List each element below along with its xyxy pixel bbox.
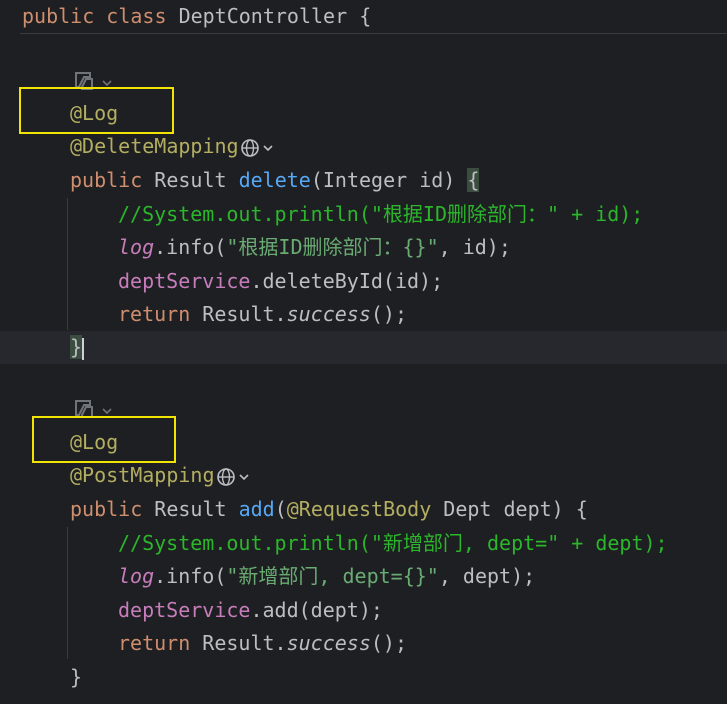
annotation-request-body: @RequestBody [286,497,432,521]
code-text: .info( [154,564,227,588]
code-line-annotation-log[interactable]: @Log [70,97,118,130]
chevron-down-icon[interactable] [261,134,275,158]
chevron-down-icon[interactable] [237,463,251,487]
code-line-annotation-log[interactable]: @Log [70,426,118,459]
comment: //System.out.println("根据ID删除部门：" + id); [118,202,644,226]
code-line-annotation-mapping[interactable]: @PostMapping [70,459,251,492]
keyword: public [70,168,143,192]
code-line-return[interactable]: return Result.success(); [118,298,407,331]
code-line-method-signature[interactable]: public Result add(@RequestBody Dept dept… [70,493,588,526]
text-caret [82,337,85,360]
code-line-annotation-mapping[interactable]: @DeleteMapping [70,130,275,163]
annotation-delete-mapping: @DeleteMapping [70,134,239,158]
keyword: public [70,497,143,521]
string-literal: "根据ID删除部门：{}" [226,235,439,259]
static-method: success [286,631,371,655]
annotation-log: @Log [70,430,119,454]
sticky-header-separator [20,33,727,34]
keyword: return [118,631,191,655]
indent-guide [67,527,68,659]
code-line-close-brace[interactable]: } [70,331,85,364]
code-text: ( [274,497,287,521]
code-line-close-brace[interactable]: } [70,661,82,694]
code-line-log[interactable]: log.info("根据ID删除部门：{}", id); [118,231,511,264]
code-text: , id); [438,235,511,259]
annotation-post-mapping: @PostMapping [70,463,215,487]
brace: } [70,665,83,689]
code-text: Result. [190,302,287,326]
string-literal: "新增部门, dept={}" [226,564,439,588]
static-method: success [286,302,371,326]
code-text: Result. [190,631,287,655]
indent-guide [67,198,68,330]
code-line-class-decl[interactable]: public class DeptController { [22,0,371,33]
log-field: log [118,564,155,588]
code-text: .add(dept); [250,598,383,622]
code-text: .deleteById(id); [250,269,444,293]
keyword: class [106,4,167,28]
code-text: (); [370,302,407,326]
code-editor[interactable]: public class DeptController { @Log @Dele… [0,0,727,704]
method-name: delete [238,168,311,192]
comment: //System.out.println("新增部门, dept=" + dep… [118,531,668,555]
matched-brace: { [467,168,480,192]
matched-brace: } [70,335,83,359]
code-line-method-signature[interactable]: public Result delete(Integer id) { [70,164,480,197]
service-field: deptService [118,598,251,622]
code-text: .info( [154,235,227,259]
code-line-comment[interactable]: //System.out.println("新增部门, dept=" + dep… [118,527,668,560]
code-text: (Integer id) [310,168,468,192]
method-name: add [238,497,275,521]
code-text: (); [370,631,407,655]
code-line-service-call[interactable]: deptService.add(dept); [118,594,383,627]
code-text: Result [142,168,239,192]
globe-icon[interactable] [239,134,261,158]
keyword: return [118,302,191,326]
code-line-comment[interactable]: //System.out.println("根据ID删除部门：" + id); [118,198,643,231]
code-text: , dept); [438,564,536,588]
code-line-service-call[interactable]: deptService.deleteById(id); [118,265,443,298]
class-name: DeptController [178,4,348,28]
annotation-log: @Log [70,101,119,125]
code-line-return[interactable]: return Result.success(); [118,627,407,660]
code-line-log[interactable]: log.info("新增部门, dept={}", dept); [118,560,535,593]
code-text: Dept dept) { [431,497,588,521]
service-field: deptService [118,269,251,293]
brace: { [359,4,372,28]
current-line-highlight [0,331,727,364]
globe-icon[interactable] [215,463,237,487]
code-text: Result [142,497,239,521]
log-field: log [118,235,155,259]
keyword: public [22,4,95,28]
